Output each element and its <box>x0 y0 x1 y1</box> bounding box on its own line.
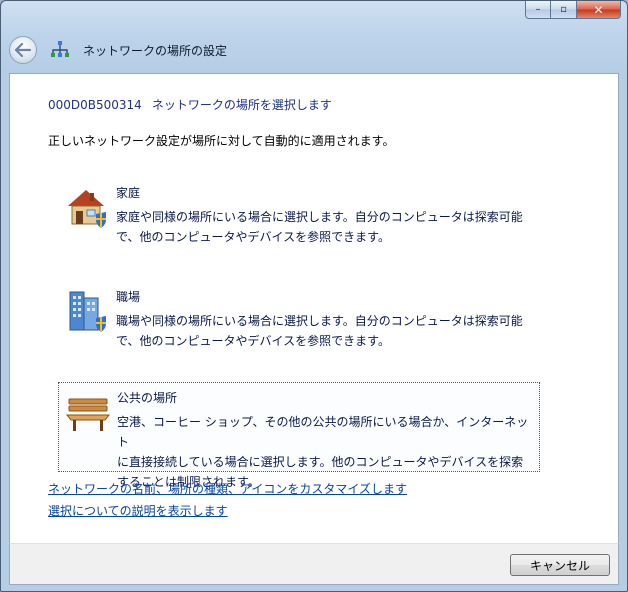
title-row: ネットワークの場所の設定 <box>9 35 227 65</box>
content-pane: 000D0B500314 ネットワークの場所を選択します 正しいネットワーク設定が… <box>9 73 619 544</box>
option-home-line-1: 家庭や同様の場所にいる場合に選択します。自分のコンピュータは探索可能 <box>116 210 523 224</box>
option-work-line-1: 職場や同様の場所にいる場合に選択します。自分のコンピュータは探索可能 <box>116 314 523 328</box>
option-work-description: 職場や同様の場所にいる場合に選択します。自分のコンピュータは探索可能 で、他のコ… <box>116 311 532 351</box>
option-public-line-2: に直接接続している場合に選択します。他のコンピュータやデバイスを探索 <box>117 455 524 469</box>
office-building-icon <box>69 291 106 332</box>
park-bench-icon <box>65 398 111 431</box>
footer-bar: キャンセル <box>9 543 619 585</box>
network-icon <box>51 41 69 57</box>
maximize-button[interactable]: ▫ <box>551 1 577 19</box>
minimize-button[interactable]: – <box>525 1 551 19</box>
option-public-line-1: 空港、コーヒー ショップ、その他の公共の場所にいる場合か、インターネット <box>117 415 529 449</box>
option-home[interactable]: 家庭 家庭や同様の場所にいる場合に選択します。自分のコンピュータは探索可能 で、… <box>58 178 540 268</box>
option-home-title: 家庭 <box>116 186 141 200</box>
option-home-description: 家庭や同様の場所にいる場合に選択します。自分のコンピュータは探索可能 で、他のコ… <box>116 207 532 247</box>
heading-text: ネットワークの場所を選択します <box>151 98 332 112</box>
close-button[interactable]: ✕ <box>577 1 621 19</box>
option-public[interactable]: 公共の場所 空港、コーヒー ショップ、その他の公共の場所にいる場合か、インターネ… <box>58 382 540 489</box>
option-work-title: 職場 <box>116 290 141 304</box>
window-title: ネットワークの場所の設定 <box>83 43 228 58</box>
option-work[interactable]: 職場 職場や同様の場所にいる場合に選択します。自分のコンピュータは探索可能 で、… <box>58 282 540 372</box>
home-icon <box>68 190 106 228</box>
back-arrow-icon <box>15 43 31 57</box>
option-work-line-2: で、他のコンピュータやデバイスを参照できます。 <box>116 334 390 348</box>
dialog-window: – ▫ ✕ ネットワークの場所の設定 000D0B500314 ネットワークの場所… <box>0 0 628 592</box>
back-button[interactable] <box>9 36 37 64</box>
option-home-line-2: で、他のコンピュータやデバイスを参照できます。 <box>116 230 390 244</box>
option-public-title: 公共の場所 <box>117 391 178 405</box>
customize-network-link[interactable]: ネットワークの名前、場所の種類、アイコンをカスタマイズします <box>48 480 407 497</box>
page-heading: 000D0B500314 ネットワークの場所を選択します <box>48 96 332 113</box>
cancel-button[interactable]: キャンセル <box>510 554 610 576</box>
caption-buttons: – ▫ ✕ <box>525 1 621 19</box>
explain-choices-link[interactable]: 選択についての説明を表示します <box>48 502 228 519</box>
network-id: 000D0B500314 <box>48 98 142 112</box>
page-description: 正しいネットワーク設定が場所に対して自動的に適用されます。 <box>48 134 395 148</box>
